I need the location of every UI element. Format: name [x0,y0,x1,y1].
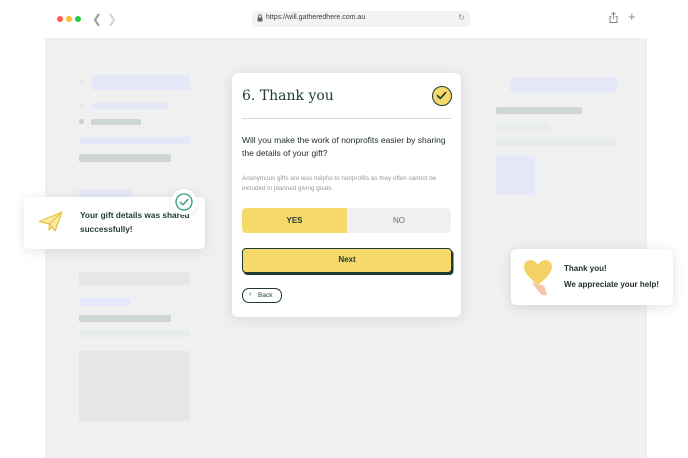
placeholder-bar [496,107,582,114]
placeholder-bar [92,75,190,90]
success-check-icon [171,189,197,215]
hint-text: Anonymous gifts are less helpful to nonp… [242,175,437,192]
chevron-left-icon[interactable]: ❮ [92,12,102,26]
step-title: 6. Thank you [242,88,334,104]
placeholder-bar [496,124,550,131]
url-text: https://will.gatheredhere.com.au [266,14,366,21]
placeholder-block [496,156,535,195]
placeholder-bar [79,154,171,162]
placeholder-bar [79,272,190,285]
placeholder-bar [79,298,131,306]
back-button[interactable]: ‹ Back [242,288,282,303]
placeholder-bar [91,103,169,109]
divider [242,118,451,119]
placeholder-bar [79,315,171,322]
placeholder-bar [79,137,190,144]
step-complete-check-icon [432,86,452,106]
placeholder-dot [80,80,84,84]
reload-icon[interactable]: ↻ [458,13,465,22]
share-icon[interactable] [609,12,618,23]
browser-toolbar: ❮ ❯ https://will.gatheredhere.com.au ↻ + [0,0,688,38]
question-text: Will you make the work of nonprofits eas… [242,135,446,158]
placeholder-dot [80,104,84,108]
lock-icon [257,14,263,22]
placeholder-bar [79,330,190,337]
next-button[interactable]: Next [242,248,452,273]
placeholder-block [79,351,190,421]
heart-hand-icon [524,260,552,296]
chevron-right-icon[interactable]: ❯ [107,12,117,26]
placeholder-dot [494,80,504,90]
paper-plane-icon [38,211,63,232]
close-window-dot[interactable] [57,16,63,22]
placeholder-bar [91,119,141,125]
minimize-window-dot[interactable] [66,16,72,22]
placeholder-bar [79,189,131,197]
placeholder-bar [510,77,617,92]
address-bar[interactable]: https://will.gatheredhere.com.au ↻ [252,11,470,27]
placeholder-dot [79,119,84,124]
placeholder-bar [496,139,617,146]
chevron-left-icon: ‹ [249,291,252,298]
no-option-button[interactable]: NO [347,208,451,233]
maximize-window-dot[interactable] [75,16,81,22]
plus-icon[interactable]: + [628,9,636,24]
appreciation-line: We appreciate your help! [564,280,659,289]
yes-option-button[interactable]: YES [242,208,347,233]
thank-you-toast: Thank you! We appreciate your help! [511,249,673,305]
thank-you-line: Thank you! [564,264,607,273]
back-button-label: Back [258,292,273,299]
thank-you-card: 6. Thank you Will you make the work of n… [232,73,461,317]
